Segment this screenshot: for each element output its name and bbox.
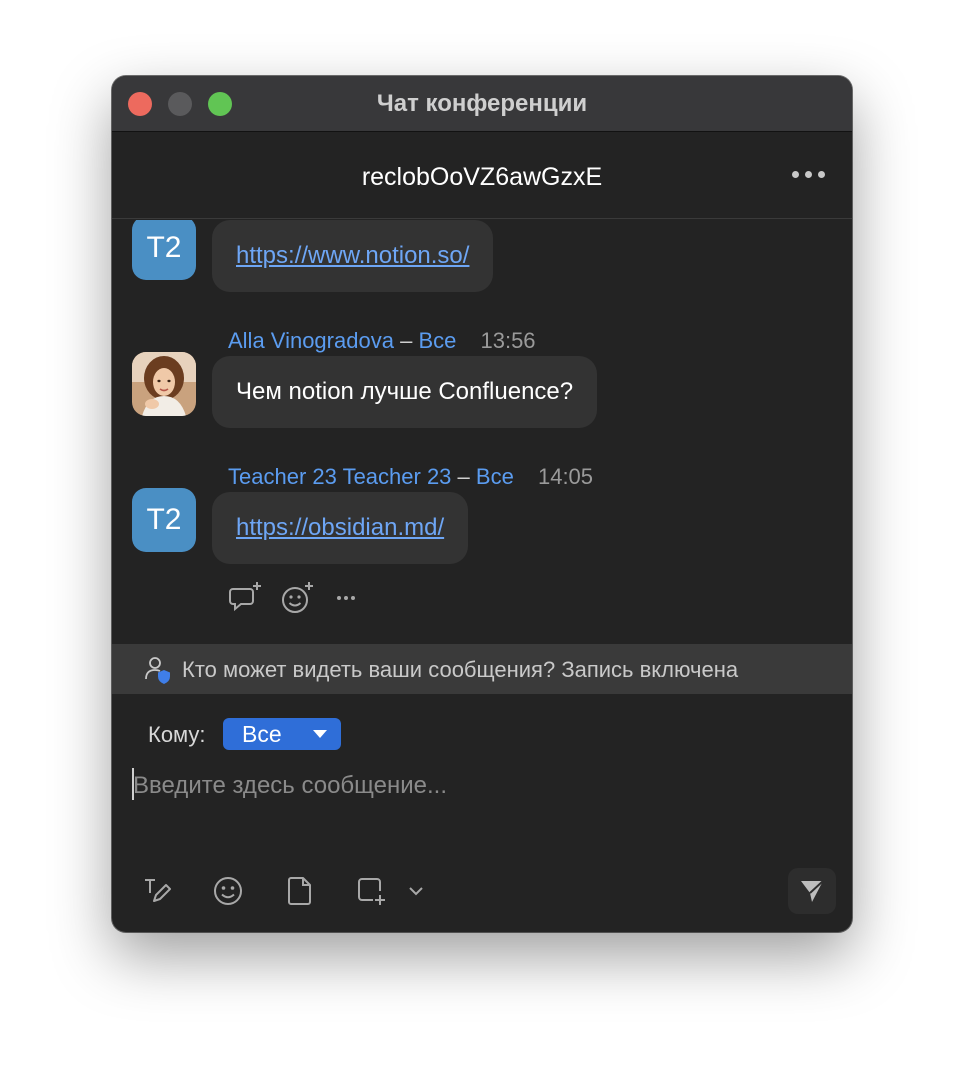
privacy-notice[interactable]: Кто может видеть ваши сообщения? Запись … — [112, 644, 852, 694]
recipient-select[interactable]: Все — [223, 718, 341, 750]
separator: – — [400, 328, 413, 353]
sender-name[interactable]: Teacher 23 Teacher 23 — [228, 464, 451, 489]
privacy-notice-text[interactable]: Кто может видеть ваши сообщения? Запись … — [182, 657, 738, 683]
to-label: Кому: — [148, 722, 206, 747]
format-icon[interactable] — [142, 875, 174, 907]
chat-header: reclobOoVZ6awGzxE — [112, 133, 852, 219]
message-list[interactable]: T2 https://www.notion.so/ Alla Vinogrado… — [112, 220, 852, 642]
emoji-icon[interactable] — [212, 875, 244, 907]
avatar[interactable] — [132, 352, 196, 416]
message-input[interactable] — [133, 766, 813, 806]
privacy-icon — [145, 657, 170, 684]
recipient-label: Все — [418, 328, 457, 353]
message-bubble: Чем notion лучше Confluence? — [212, 356, 598, 428]
sender-name[interactable]: Alla Vinogradova — [228, 328, 394, 353]
file-icon[interactable] — [284, 875, 316, 907]
send-icon — [801, 880, 824, 902]
reply-icon[interactable] — [228, 580, 264, 616]
recipient-select-value: Все — [242, 721, 282, 747]
message-time: 13:56 — [480, 328, 536, 353]
message-link[interactable]: https://www.notion.so/ — [236, 242, 469, 270]
message-meta: Alla Vinogradova – Все 13:56 — [228, 328, 536, 354]
avatar[interactable]: T2 — [132, 220, 196, 280]
message-text: Чем notion лучше Confluence? — [236, 378, 574, 405]
screenshot-icon[interactable] — [355, 875, 387, 907]
message-time: 14:05 — [537, 464, 594, 489]
title-bar: Чат конференции — [112, 76, 852, 132]
window-title: Чат конференции — [376, 90, 588, 117]
message-link[interactable]: https://obsidian.md/ — [236, 514, 444, 542]
message-more-icon[interactable] — [334, 580, 364, 616]
message-bubble: https://www.notion.so/ — [212, 220, 494, 292]
avatar[interactable]: T2 — [132, 488, 196, 552]
chat-window: Чат конференции reclobOoVZ6awGzxE T2 htt… — [112, 76, 852, 932]
chevron-down-icon — [313, 730, 327, 738]
chevron-down-icon[interactable] — [406, 884, 426, 900]
recipient-label: Все — [475, 464, 514, 489]
chat-title: reclobOoVZ6awGzxE — [361, 163, 603, 191]
reaction-icon[interactable] — [280, 580, 316, 616]
separator: – — [457, 464, 470, 489]
send-button[interactable] — [788, 868, 836, 914]
message-meta: Teacher 23 Teacher 23 – Все 14:05 — [228, 464, 593, 490]
message-bubble: https://obsidian.md/ — [212, 492, 469, 564]
more-icon[interactable] — [792, 171, 826, 181]
